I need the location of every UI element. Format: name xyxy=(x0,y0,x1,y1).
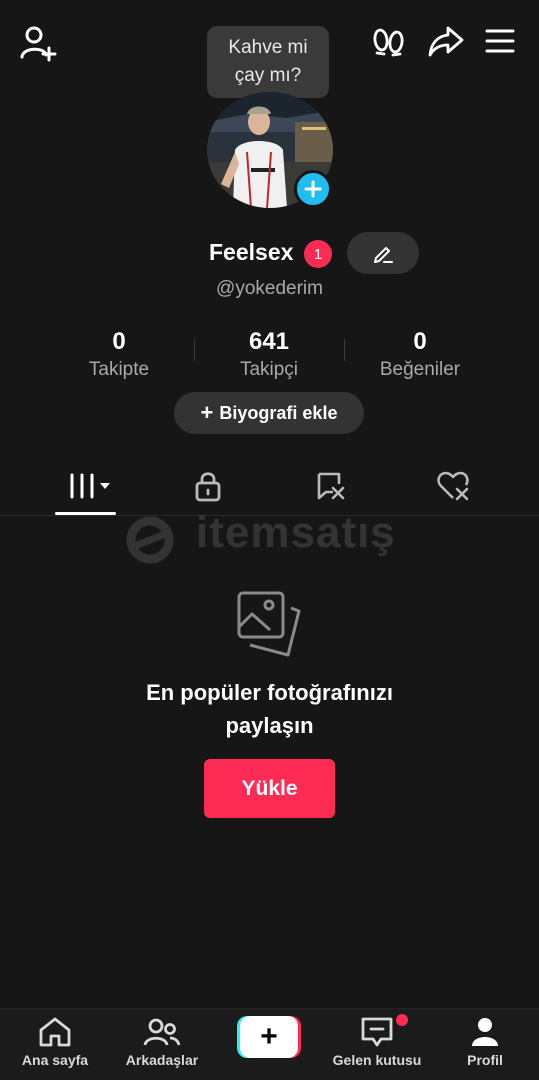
create-button[interactable]: + xyxy=(237,1016,301,1058)
add-bio-button[interactable]: + Biyografi ekle xyxy=(174,392,364,434)
friends-icon xyxy=(143,1018,181,1046)
stat-likes[interactable]: 0 Beğeniler xyxy=(345,328,495,381)
username: @yokederim xyxy=(216,278,323,299)
tab-liked[interactable] xyxy=(424,463,484,509)
inbox-icon xyxy=(361,1017,393,1047)
plus-icon xyxy=(304,180,322,198)
nav-friends[interactable]: Arkadaşlar xyxy=(116,1016,208,1076)
stat-following[interactable]: 0 Takipte xyxy=(44,328,194,381)
nav-profile-label: Profil xyxy=(467,1052,503,1068)
watermark-text: itemsatış xyxy=(196,508,396,557)
following-label: Takipte xyxy=(88,359,150,380)
nav-home-label: Ana sayfa xyxy=(21,1052,89,1068)
nav-inbox[interactable]: Gelen kutusu xyxy=(322,1016,432,1076)
plus-icon: + xyxy=(200,400,214,425)
liked-icon xyxy=(437,471,469,501)
upload-button[interactable]: Yükle xyxy=(204,759,335,818)
tagged-icon xyxy=(317,472,345,500)
profile-icon xyxy=(472,1018,498,1046)
photo-icon xyxy=(236,590,302,658)
lock-icon xyxy=(195,472,221,502)
menu-icon[interactable] xyxy=(484,26,516,56)
status-bubble[interactable]: Kahve mi çay mı? xyxy=(207,26,329,98)
likes-label: Beğeniler xyxy=(379,359,461,380)
tab-videos[interactable] xyxy=(56,463,116,509)
add-friend-icon[interactable] xyxy=(18,24,58,62)
likes-count: 0 xyxy=(413,328,427,355)
grid-icon xyxy=(70,473,110,499)
add-avatar-button[interactable] xyxy=(294,170,332,208)
name-badge[interactable]: 1 xyxy=(304,240,332,268)
empty-state-title: En popüler fotoğrafınızı paylaşın xyxy=(146,680,393,738)
tab-private[interactable] xyxy=(178,463,238,509)
notification-dot xyxy=(396,1014,408,1026)
home-icon xyxy=(39,1017,71,1047)
edit-profile-button[interactable] xyxy=(347,232,419,274)
followers-count: 641 xyxy=(248,328,290,355)
create-plus-icon: + xyxy=(240,1016,298,1058)
share-icon[interactable] xyxy=(426,24,466,60)
nav-profile[interactable]: Profil xyxy=(452,1016,518,1076)
nav-inbox-label: Gelen kutusu xyxy=(332,1052,422,1068)
stat-followers[interactable]: 641 Takipçi xyxy=(194,328,344,381)
display-name: Feelsex xyxy=(209,239,294,265)
profile-views-icon[interactable] xyxy=(370,26,408,62)
pencil-icon xyxy=(374,247,393,263)
followers-label: Takipçi xyxy=(239,359,299,380)
add-bio-label: Biyografi ekle xyxy=(219,402,338,423)
nav-friends-label: Arkadaşlar xyxy=(125,1052,199,1068)
tab-tagged[interactable] xyxy=(302,463,362,509)
nav-home[interactable]: Ana sayfa xyxy=(12,1016,98,1076)
following-count: 0 xyxy=(112,328,126,355)
